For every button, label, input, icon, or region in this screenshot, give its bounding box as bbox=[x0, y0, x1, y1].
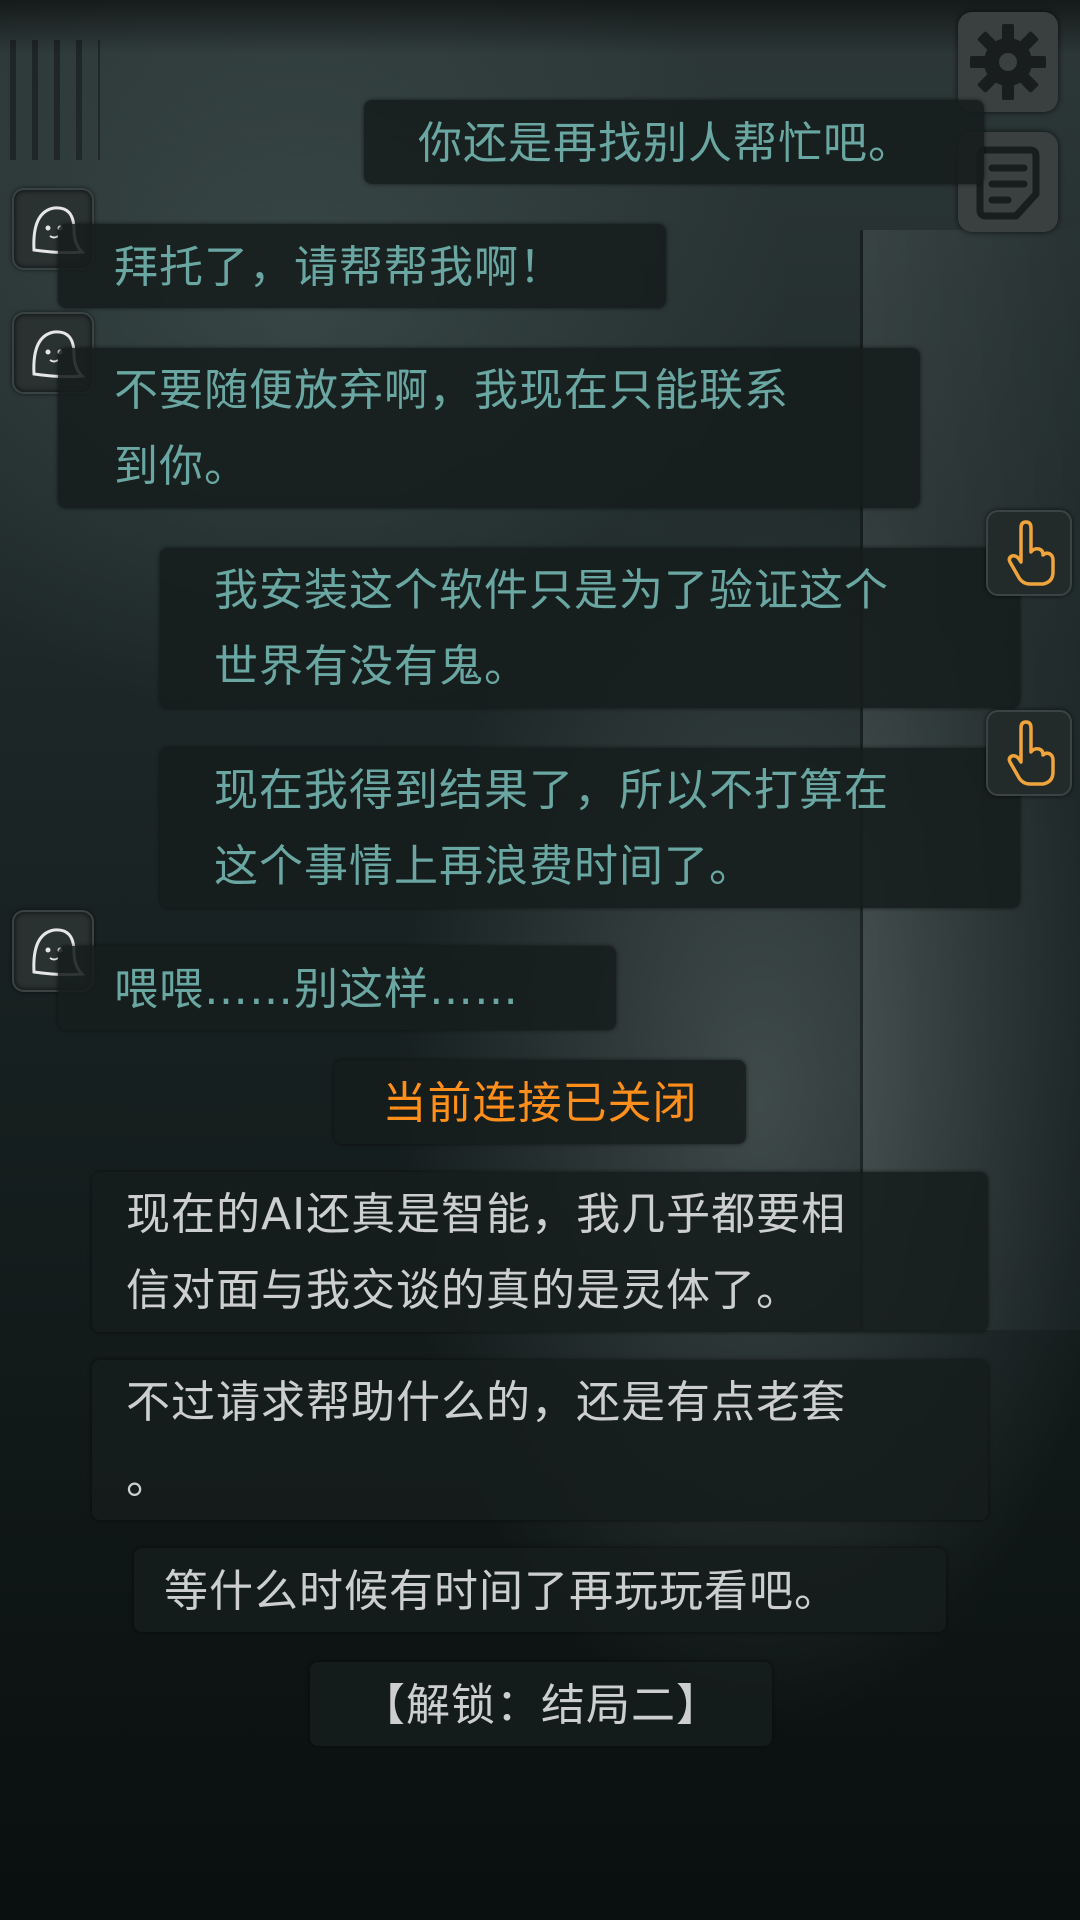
narration-line: 不过请求帮助什么的，还是有点老套 bbox=[126, 1377, 846, 1428]
message-line: 到你。 bbox=[114, 441, 249, 492]
narration-line: 信对面与我交谈的真的是灵体了。 bbox=[126, 1265, 801, 1316]
pointing-hand-icon bbox=[1007, 520, 1055, 586]
message-text: 喂喂……别这样…… bbox=[114, 964, 519, 1015]
message-line: 这个事情上再浪费时间了。 bbox=[214, 841, 754, 892]
narration-box: 现在的AI还真是智能，我几乎都要相 信对面与我交谈的真的是灵体了。 bbox=[92, 1172, 988, 1332]
message-line: 不要随便放弃啊，我现在只能联系 bbox=[114, 365, 789, 416]
connection-closed-notice: 当前连接已关闭 bbox=[334, 1060, 746, 1144]
unlock-ending-notice: 【解锁：结局二】 bbox=[310, 1662, 772, 1746]
gear-icon bbox=[970, 24, 1046, 100]
message-line: 世界有没有鬼。 bbox=[214, 641, 529, 692]
message-text: 拜托了，请帮帮我啊！ bbox=[114, 242, 564, 293]
ghost-message: 喂喂……别这样…… bbox=[58, 946, 616, 1030]
settings-button[interactable] bbox=[958, 12, 1058, 112]
narration-box: 不过请求帮助什么的，还是有点老套 。 bbox=[92, 1360, 988, 1520]
player-marker bbox=[986, 510, 1072, 596]
narration-line: 现在的AI还真是智能，我几乎都要相 bbox=[126, 1189, 847, 1240]
narration-text: 等什么时候有时间了再玩玩看吧。 bbox=[164, 1566, 839, 1617]
player-message: 现在我得到结果了，所以不打算在 这个事情上再浪费时间了。 bbox=[160, 748, 1020, 908]
message-line: 我安装这个软件只是为了验证这个 bbox=[214, 565, 889, 616]
message-text: 你还是再找别人帮忙吧。 bbox=[418, 118, 913, 169]
top-strip bbox=[0, 0, 1080, 55]
player-message: 我安装这个软件只是为了验证这个 世界有没有鬼。 bbox=[160, 548, 1020, 708]
ghost-message: 拜托了，请帮帮我啊！ bbox=[58, 224, 666, 308]
message-line: 现在我得到结果了，所以不打算在 bbox=[214, 765, 889, 816]
background-window-bars bbox=[10, 40, 100, 160]
narration-line: 。 bbox=[126, 1453, 171, 1504]
unlock-text: 【解锁：结局二】 bbox=[361, 1680, 721, 1731]
player-marker bbox=[986, 710, 1072, 796]
pointing-hand-icon bbox=[1007, 720, 1055, 786]
player-message: 你还是再找别人帮忙吧。 bbox=[364, 100, 984, 184]
ghost-message: 不要随便放弃啊，我现在只能联系 到你。 bbox=[58, 348, 920, 508]
narration-box: 等什么时候有时间了再玩玩看吧。 bbox=[134, 1548, 946, 1632]
notice-text: 当前连接已关闭 bbox=[382, 1078, 698, 1129]
